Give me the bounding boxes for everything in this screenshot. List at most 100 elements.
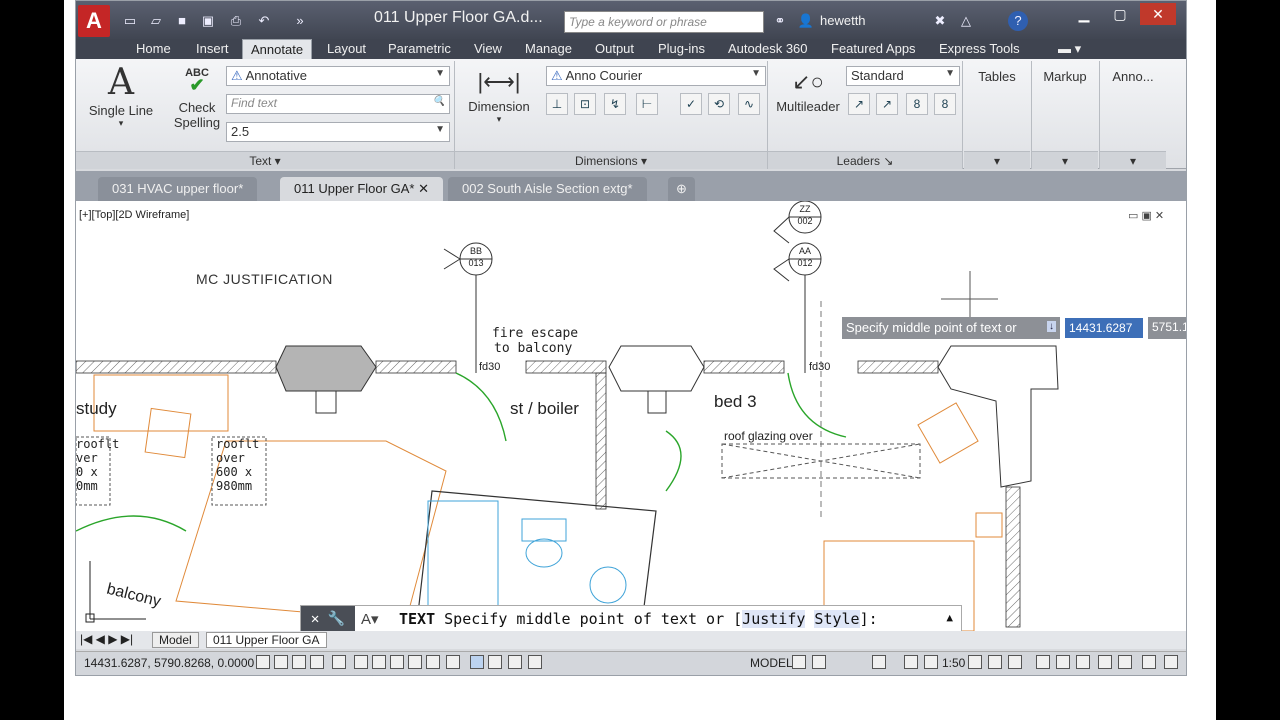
cursor-coordinates[interactable]: 14431.6287, 5790.8268, 0.0000	[84, 656, 254, 670]
tab-model[interactable]: Model	[152, 632, 199, 648]
collect-leader-icon[interactable]: 8	[934, 93, 956, 115]
check-spelling-button[interactable]: ABC ✔ Check Spelling	[166, 67, 228, 130]
tab-home[interactable]: Home	[136, 39, 171, 59]
selection-cycling-icon[interactable]	[508, 655, 522, 669]
floor-plan-drawing[interactable]	[76, 201, 1186, 631]
allow-ucs-icon[interactable]	[408, 655, 422, 669]
quick-properties-icon[interactable]	[488, 655, 502, 669]
leaders-panel-title[interactable]: Leaders ↘	[768, 151, 962, 169]
hardware-acceleration-icon[interactable]	[1076, 655, 1090, 669]
align-leader-icon[interactable]: 8	[906, 93, 928, 115]
dim-reassociate-icon[interactable]: ⟲	[708, 93, 730, 115]
quick-view-layouts-icon[interactable]	[792, 655, 806, 669]
polar-tracking-icon[interactable]	[332, 655, 346, 669]
close-tab-icon[interactable]: ✕	[418, 181, 429, 196]
layout-nav-icon[interactable]: |◀ ◀ ▶ ▶|	[80, 632, 133, 646]
tab-output[interactable]: Output	[595, 39, 634, 59]
add-leader-icon[interactable]: ↗	[848, 93, 870, 115]
user-icon[interactable]: 👤	[796, 11, 816, 31]
tab-autodesk-360[interactable]: Autodesk 360	[728, 39, 808, 59]
more-qat-icon[interactable]: »	[290, 11, 310, 31]
pan-icon[interactable]	[904, 655, 918, 669]
transparency-icon[interactable]	[470, 655, 484, 669]
lightbulb-icon[interactable]	[1118, 655, 1132, 669]
save-icon[interactable]: ■	[172, 11, 192, 31]
maximize-viewport-icon[interactable]	[872, 655, 886, 669]
dimension-button[interactable]: |⟷| Dimension ▾	[464, 65, 534, 125]
y-coordinate-input[interactable]: 5751.1193	[1148, 317, 1186, 339]
dim-jog-icon[interactable]: ↯	[604, 93, 626, 115]
new-icon[interactable]: ▭	[120, 11, 140, 31]
annotation-scaling-panel[interactable]: Anno...	[1100, 69, 1166, 84]
anno-expand-icon[interactable]: ▾	[1100, 151, 1166, 169]
isolate-objects-icon[interactable]	[1098, 655, 1112, 669]
search-input[interactable]: Type a keyword or phrase	[564, 11, 764, 33]
grid-display-icon[interactable]	[292, 655, 306, 669]
markup-expand-icon[interactable]: ▾	[1032, 151, 1098, 169]
doc-tab-hvac[interactable]: 031 HVAC upper floor*	[98, 177, 258, 201]
text-panel-title[interactable]: Text ▾	[76, 151, 454, 169]
help-icon[interactable]: ?	[1008, 11, 1028, 31]
annotation-visibility-icon[interactable]	[968, 655, 982, 669]
tab-insert[interactable]: Insert	[196, 39, 229, 59]
tab-express-tools[interactable]: Express Tools	[939, 39, 1020, 59]
object-snap-icon[interactable]	[354, 655, 368, 669]
text-style-select[interactable]: ⚠ Annotative ▼	[226, 66, 450, 86]
dimension-style-select[interactable]: ⚠ Anno Courier ▼	[546, 66, 766, 86]
x-coordinate-input[interactable]: 14431.6287	[1064, 317, 1144, 339]
command-line-grip[interactable]: ✕ 🔧	[301, 606, 355, 631]
doc-tab-south-aisle[interactable]: 002 South Aisle Section extg*	[448, 177, 647, 201]
plot-icon[interactable]: ⎙	[226, 11, 246, 31]
multileader-button[interactable]: ↙○ Multileader	[772, 65, 844, 114]
ribbon-options-icon[interactable]: ▬ ▾	[1058, 39, 1081, 59]
clean-screen-icon[interactable]	[1164, 655, 1178, 669]
viewport-controls-icon[interactable]: ▭ ▣ ✕	[1128, 209, 1164, 222]
dim-oblique-icon[interactable]: ∿	[738, 93, 760, 115]
tab-plug-ins[interactable]: Plug-ins	[658, 39, 705, 59]
annotation-scale[interactable]: 1:50	[942, 656, 965, 670]
find-text-input[interactable]: Find text 🔍	[226, 94, 450, 114]
tab-annotate[interactable]: Annotate	[242, 39, 313, 59]
remove-leader-icon[interactable]: ↗	[876, 93, 898, 115]
markup-panel[interactable]: Markup	[1032, 69, 1098, 84]
tab-parametric[interactable]: Parametric	[388, 39, 451, 59]
find-replace-icon[interactable]: 🔍	[433, 96, 445, 107]
minimize-button[interactable]: ▁	[1066, 3, 1102, 25]
dim-break-icon[interactable]: ⊥	[546, 93, 568, 115]
tab-layout[interactable]: Layout	[327, 39, 366, 59]
tab-manage[interactable]: Manage	[525, 39, 572, 59]
lineweight-icon[interactable]	[446, 655, 460, 669]
dim-inspect-icon[interactable]: ⊡	[574, 93, 596, 115]
leader-style-select[interactable]: Standard ▼	[846, 66, 960, 86]
dimensions-panel-title[interactable]: Dimensions ▾	[455, 151, 767, 169]
dynamic-input-icon[interactable]	[426, 655, 440, 669]
quick-view-drawings-icon[interactable]	[812, 655, 826, 669]
option-justify[interactable]: Justify	[742, 610, 806, 628]
binoculars-icon[interactable]: ⚭	[770, 11, 790, 31]
open-icon[interactable]: ▱	[146, 11, 166, 31]
command-line[interactable]: ✕ 🔧 A▾ TEXT Specify middle point of text…	[300, 605, 962, 631]
save-as-icon[interactable]: ▣	[198, 11, 218, 31]
new-tab-button[interactable]: ⊕	[668, 177, 695, 201]
command-icon[interactable]: A▾	[361, 610, 379, 628]
lock-icon[interactable]	[1056, 655, 1070, 669]
doc-tab-upper-floor[interactable]: 011 Upper Floor GA* ✕	[280, 177, 443, 201]
tab-featured-apps[interactable]: Featured Apps	[831, 39, 916, 59]
single-line-text-button[interactable]: A Single Line ▾	[86, 63, 156, 129]
undo-icon[interactable]: ↶	[254, 11, 274, 31]
text-height-select[interactable]: 2.5 ▼	[226, 122, 450, 142]
annotation-scale-icon[interactable]	[924, 655, 938, 669]
tab-layout-upper-floor[interactable]: 011 Upper Floor GA	[206, 632, 327, 648]
command-history-icon[interactable]: ▲	[946, 611, 953, 624]
status-menu-icon[interactable]	[1142, 655, 1156, 669]
maximize-button[interactable]: ▢	[1102, 3, 1138, 25]
close-button[interactable]: ✕	[1140, 3, 1176, 25]
object-snap-tracking-icon[interactable]	[390, 655, 404, 669]
annotation-monitor-icon[interactable]	[528, 655, 542, 669]
snap-mode-icon[interactable]	[274, 655, 288, 669]
infer-constraints-icon[interactable]	[256, 655, 270, 669]
dim-continue-icon[interactable]: ⊢	[636, 93, 658, 115]
option-style[interactable]: Style	[814, 610, 860, 628]
app-logo-icon[interactable]: A	[78, 5, 110, 37]
exchange-icon[interactable]: ✖	[930, 11, 950, 31]
